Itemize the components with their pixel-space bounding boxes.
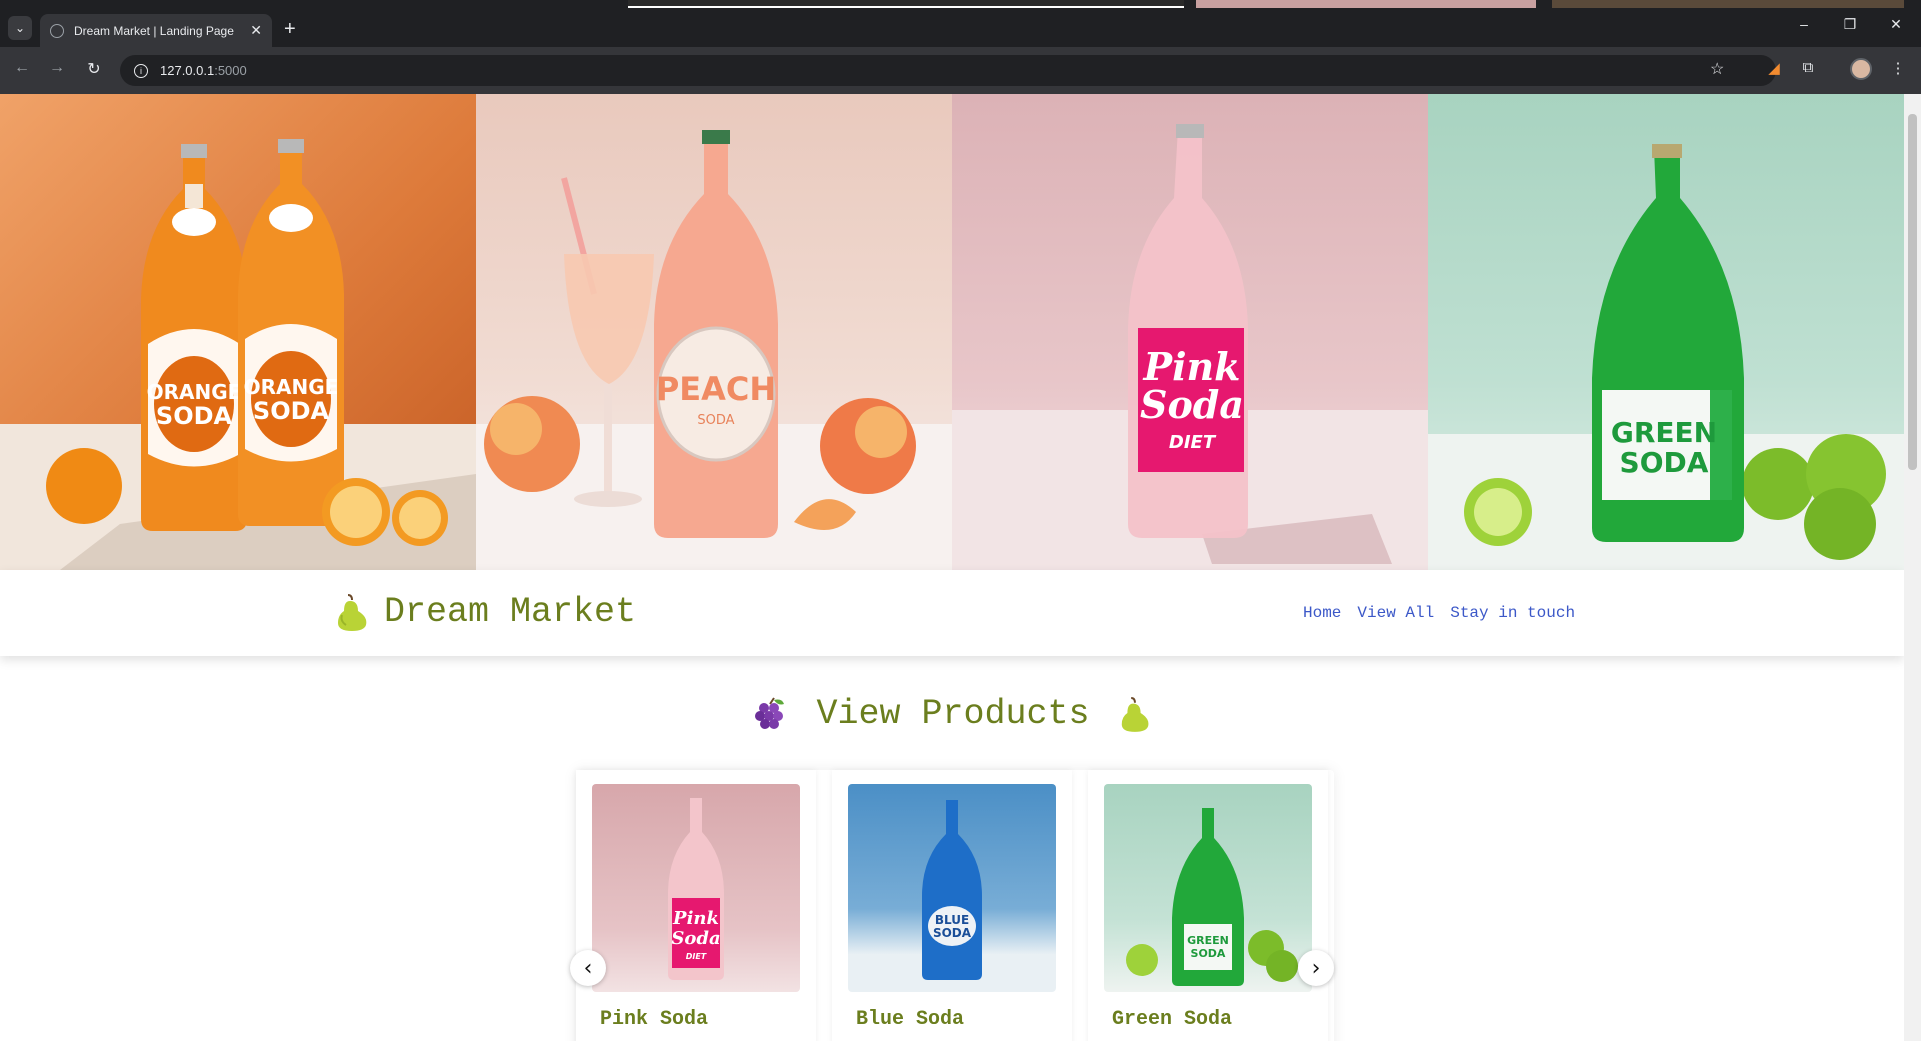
carousel-prev-button[interactable]: ‹ (570, 950, 606, 986)
bookmark-star-icon[interactable]: ☆ (1710, 59, 1724, 79)
grapes-icon (755, 697, 785, 729)
hero-label: Soda (1140, 382, 1244, 427)
pink-soda-illustration: Pink Soda DIET (952, 124, 1428, 570)
hero-banner: ORANGE SODA ORANGE SODA PEACH SODA Pink … (0, 94, 1904, 570)
product-image-label: SODA (1191, 947, 1226, 960)
products-title: View Products (816, 694, 1090, 734)
hero-label: SODA (697, 413, 734, 428)
product-image: BLUE SODA (848, 784, 1056, 992)
url-host: 127.0.0.1 (160, 63, 215, 78)
site-info-icon[interactable]: i (134, 63, 148, 78)
hero-label: SODA (156, 402, 233, 430)
product-name[interactable]: Green Soda (1112, 1008, 1232, 1031)
tab-close-icon[interactable]: ✕ (250, 22, 262, 39)
hero-panel-green-soda: GREEN SODA (1428, 94, 1904, 570)
hero-label: ORANGE (147, 380, 242, 404)
background-window-peek (628, 0, 1184, 8)
address-bar[interactable]: i 127.0.0.1:5000 (120, 55, 1776, 86)
hero-panel-pink-soda: Pink Soda DIET (952, 94, 1428, 570)
hero-label: SODA (253, 397, 330, 425)
hero-label: PEACH (656, 370, 776, 408)
product-image-label: DIET (686, 952, 707, 961)
url-port: :5000 (214, 63, 247, 78)
scrollbar-thumb[interactable] (1908, 114, 1917, 470)
brand[interactable]: Dream Market (334, 592, 636, 632)
extension-icon[interactable]: ◢ (1762, 59, 1786, 77)
window-top-strip (0, 0, 1921, 8)
browser-toolbar: ← → ↻ i 127.0.0.1:5000 ☆ ◢ ⧉ ⋮ (0, 47, 1921, 94)
back-button[interactable]: ← (10, 59, 34, 77)
product-image-label: Pink (672, 908, 719, 929)
close-window-button[interactable]: ✕ (1876, 16, 1916, 33)
product-card[interactable]: Pink Soda DIET Pink Soda (576, 770, 816, 1041)
menu-kebab-icon[interactable]: ⋮ (1886, 59, 1910, 77)
tab-title: Dream Market | Landing Page (74, 23, 234, 38)
products-heading: View Products (0, 694, 1904, 734)
product-card[interactable]: BLUE SODA Blue Soda (832, 770, 1072, 1041)
hero-label: GREEN (1611, 416, 1717, 449)
orange-soda-illustration: ORANGE SODA ORANGE SODA (0, 139, 476, 570)
green-soda-illustration: GREEN SODA (1428, 144, 1904, 570)
reload-button[interactable]: ↻ (82, 59, 106, 79)
active-tab[interactable]: Dream Market | Landing Page ✕ (40, 14, 272, 47)
product-image-label: GREEN (1187, 934, 1229, 947)
tab-bar: ⌄ Dream Market | Landing Page ✕ + – ❐ ✕ (0, 8, 1921, 47)
background-window-peek (1196, 0, 1536, 8)
globe-icon (50, 23, 64, 38)
pear-icon (1121, 697, 1148, 732)
product-card[interactable]: GREEN SODA Green Soda (1088, 770, 1328, 1041)
nav-view-all-link[interactable]: View All (1357, 604, 1434, 622)
product-image-label: BLUE (935, 913, 969, 927)
product-image-label: SODA (933, 926, 972, 940)
background-window-peek (1552, 0, 1904, 8)
minimize-button[interactable]: – (1784, 16, 1824, 32)
restore-button[interactable]: ❐ (1830, 16, 1870, 33)
brand-name: Dream Market (384, 592, 637, 632)
carousel-next-button[interactable]: › (1298, 950, 1334, 986)
forward-button[interactable]: → (45, 59, 69, 77)
pear-icon (338, 594, 367, 631)
product-name[interactable]: Pink Soda (600, 1008, 708, 1031)
nav-stay-in-touch-link[interactable]: Stay in touch (1450, 604, 1575, 622)
page-viewport: ORANGE SODA ORANGE SODA PEACH SODA Pink … (0, 94, 1904, 1041)
product-image-label: Soda (671, 928, 720, 949)
peach-soda-illustration: PEACH SODA (476, 130, 952, 570)
product-name[interactable]: Blue Soda (856, 1008, 964, 1031)
hero-panel-peach-soda: PEACH SODA (476, 94, 952, 570)
hero-label: ORANGE (244, 375, 339, 399)
site-header: Dream Market Home View All Stay in touch (0, 570, 1904, 656)
page-scrollbar[interactable] (1904, 94, 1921, 1041)
profile-avatar[interactable] (1850, 58, 1872, 80)
hero-panel-orange-soda: ORANGE SODA ORANGE SODA (0, 94, 476, 570)
main-nav: Home View All Stay in touch (1303, 604, 1575, 622)
hero-label: SODA (1620, 446, 1709, 479)
puzzle-extensions-icon[interactable]: ⧉ (1796, 59, 1820, 76)
tab-search-button[interactable]: ⌄ (8, 16, 32, 40)
new-tab-button[interactable]: + (284, 18, 296, 41)
product-carousel: Pink Soda DIET Pink Soda BLUE SODA Blue … (576, 770, 1334, 1041)
product-image: GREEN SODA (1104, 784, 1312, 992)
hero-label: DIET (1169, 432, 1217, 453)
product-image: Pink Soda DIET (592, 784, 800, 992)
nav-home-link[interactable]: Home (1303, 604, 1341, 622)
